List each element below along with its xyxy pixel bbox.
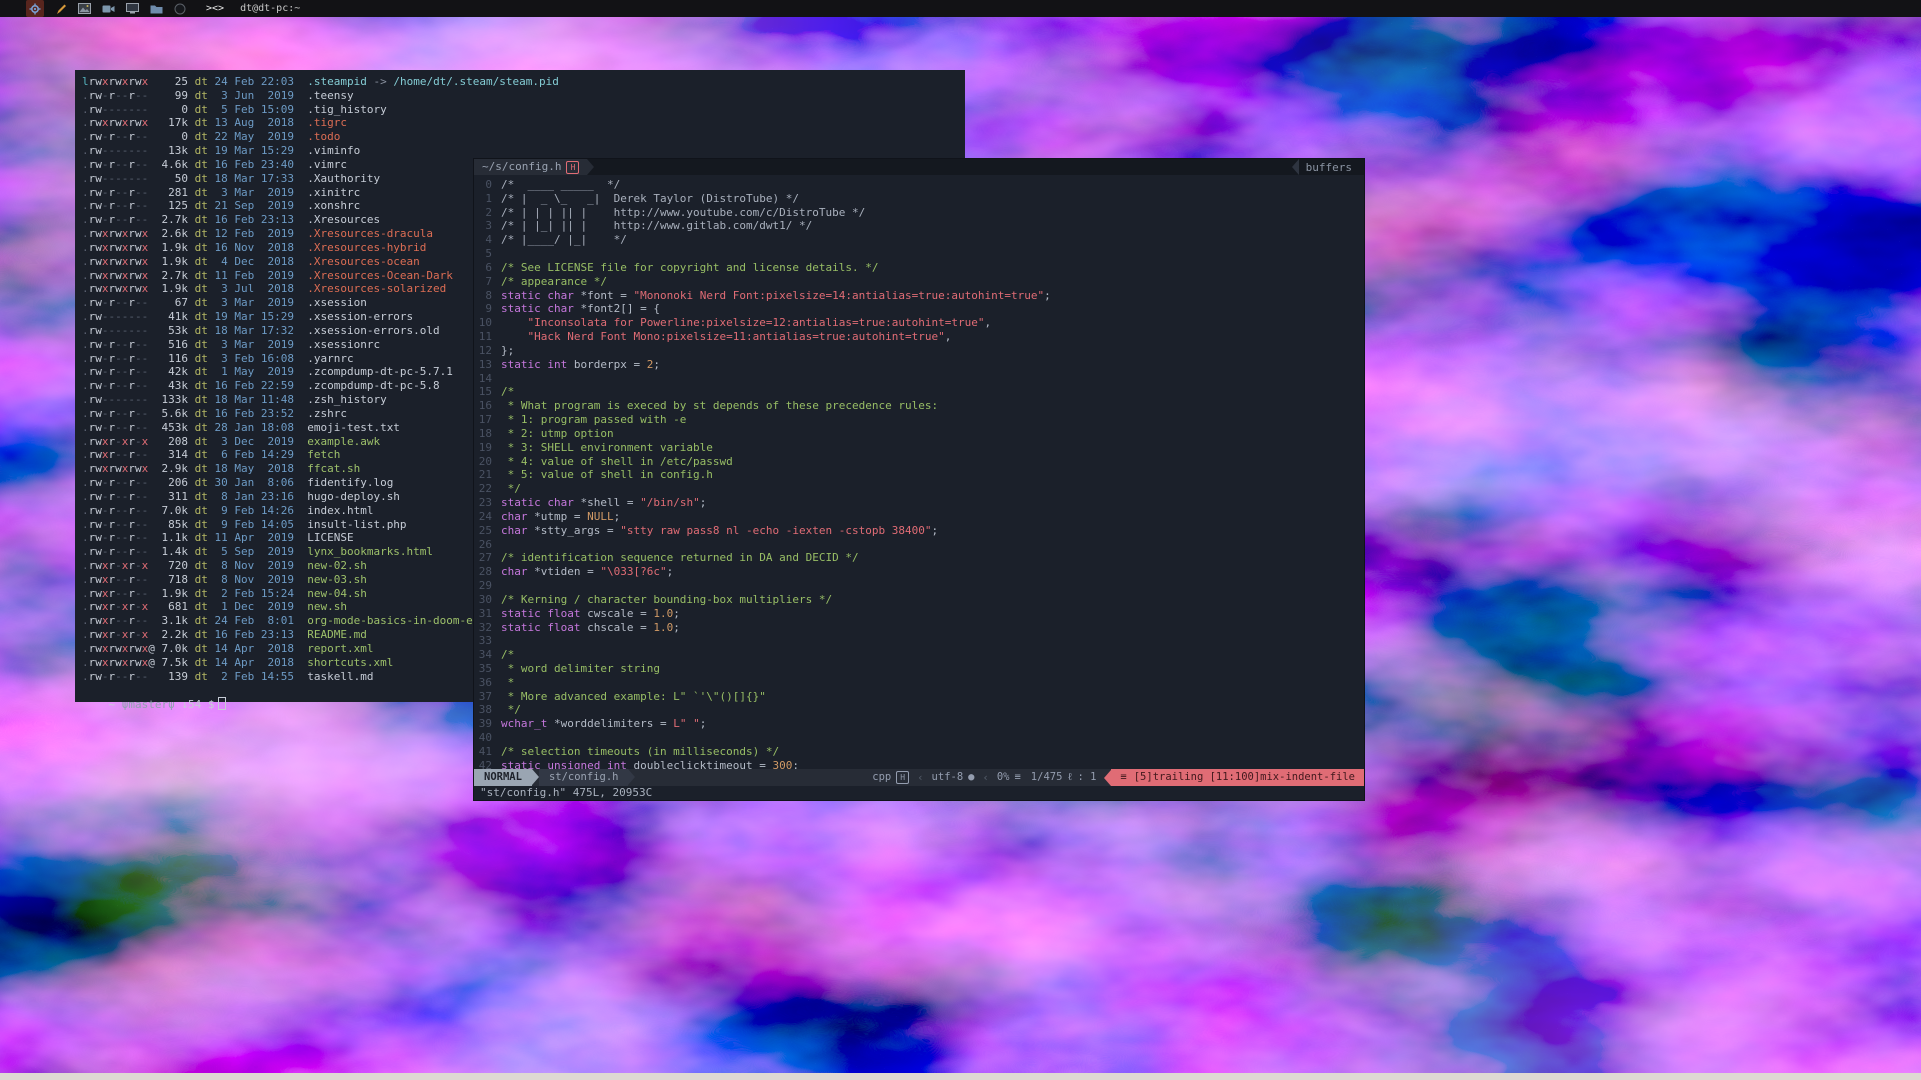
- bottom-panel: [0, 1073, 1921, 1080]
- file-row: .rw-r--r-- 0 dt 22 May 2019 .todo: [82, 130, 965, 144]
- code-line: 40: [474, 731, 1364, 745]
- code-line: 7/* appearance */: [474, 275, 1364, 289]
- code-line: 8static char *font = "Mononoki Nerd Font…: [474, 289, 1364, 303]
- code-line: 6/* See LICENSE file for copyright and l…: [474, 261, 1364, 275]
- code-line: 21 * 5: value of shell in config.h: [474, 468, 1364, 482]
- code-line: 19 * 3: SHELL environment variable: [474, 441, 1364, 455]
- code-line: 12};: [474, 344, 1364, 358]
- code-line: 26: [474, 538, 1364, 552]
- line-glyph-icon: ℓ: [1067, 769, 1072, 786]
- settings-icon[interactable]: [26, 0, 44, 17]
- code-line: 24char *utmp = NULL;: [474, 510, 1364, 524]
- code-line: 25char *stty_args = "stty raw pass8 nl -…: [474, 524, 1364, 538]
- code-line: 31static float cwscale = 1.0;: [474, 607, 1364, 621]
- code-line: 3/* | |_| || | http://www.gitlab.com/dwt…: [474, 219, 1364, 233]
- folder-icon[interactable]: [150, 1, 163, 16]
- powerline-arrow-icon: [532, 769, 539, 785]
- cursor-position: 1/475: [1031, 769, 1063, 786]
- vim-editor-window[interactable]: ~/s/config.h H buffers 0/* ____ _____ */…: [473, 158, 1365, 801]
- code-line: 29: [474, 579, 1364, 593]
- code-line: 9static char *font2[] = {: [474, 302, 1364, 316]
- file-row: .rw------- 13k dt 19 Mar 15:29 .viminfo: [82, 144, 965, 158]
- cursor-column: : 1: [1077, 769, 1096, 786]
- code-line: 27/* identification sequence returned in…: [474, 551, 1364, 565]
- code-line: 10 "Inconsolata for Powerline:pixelsize=…: [474, 316, 1364, 330]
- chevron-left-icon: ‹: [982, 772, 988, 784]
- window-title: dt@dt-pc:~: [240, 3, 300, 14]
- code-line: 11 "Hack Nerd Font Mono:pixelsize=11:ant…: [474, 330, 1364, 344]
- code-line: 37 * More advanced example: L" `'\"()[]{…: [474, 690, 1364, 704]
- powerline-arrow-icon: [628, 769, 635, 785]
- statusline-filename: st/config.h: [539, 769, 629, 786]
- code-lines: 0/* ____ _____ */1/* | _ \_ _| Derek Tay…: [474, 178, 1364, 769]
- shell-glyph: ><>: [206, 3, 224, 14]
- warn-lines-icon: ≡: [1120, 769, 1126, 786]
- image-icon[interactable]: [78, 1, 91, 16]
- tab-separator-arrow-icon: [587, 159, 594, 175]
- code-line: 13static int borderpx = 2;: [474, 358, 1364, 372]
- file-row: lrwxrwxrwx 25 dt 24 Feb 22:03 .steampid …: [82, 75, 965, 89]
- file-row: .rw------- 0 dt 5 Feb 15:09 .tig_history: [82, 103, 965, 117]
- vim-mode-indicator: NORMAL: [474, 769, 532, 786]
- code-area[interactable]: 0/* ____ _____ */1/* | _ \_ _| Derek Tay…: [474, 175, 1364, 769]
- code-line: 20 * 4: value of shell in /etc/passwd: [474, 455, 1364, 469]
- code-line: 17 * 1: program passed with -e: [474, 413, 1364, 427]
- vim-command-line[interactable]: "st/config.h" 475L, 20953C: [474, 786, 1364, 800]
- code-line: 42static unsigned int doubleclicktimeout…: [474, 759, 1364, 769]
- warn-text: [5]trailing [11:100]mix-indent-file: [1134, 769, 1355, 786]
- code-line: 22 */: [474, 482, 1364, 496]
- filetype-icon: H: [896, 771, 909, 784]
- code-line: 1/* | _ \_ _| Derek Taylor (DistroTube) …: [474, 192, 1364, 206]
- circle-icon[interactable]: [174, 1, 186, 16]
- bufferline-right: buffers: [1292, 159, 1364, 175]
- code-line: 0/* ____ _____ */: [474, 178, 1364, 192]
- code-line: 28char *vtiden = "\033[?6c";: [474, 565, 1364, 579]
- code-line: 18 * 2: utmp option: [474, 427, 1364, 441]
- prompt-symbol: $: [208, 698, 215, 711]
- code-line: 16 * What program is execed by st depend…: [474, 399, 1364, 413]
- code-line: 33: [474, 634, 1364, 648]
- code-line: 15/*: [474, 385, 1364, 399]
- file-row: .rwxrwxrwx 17k dt 13 Aug 2018 .tigrc: [82, 116, 965, 130]
- code-line: 36 *: [474, 676, 1364, 690]
- powerline-arrow-icon: [1104, 770, 1111, 786]
- header-file-icon: H: [566, 161, 579, 174]
- buffer-tab[interactable]: ~/s/config.h H: [474, 159, 587, 175]
- top-status-bar: ><> dt@dt-pc:~: [0, 0, 1921, 17]
- code-line: 23static char *shell = "/bin/sh";: [474, 496, 1364, 510]
- buffer-tab-label: ~/s/config.h: [482, 159, 561, 175]
- chevron-left-icon: ‹: [917, 772, 923, 784]
- system-tray: [26, 0, 186, 17]
- git-branch-indicator: ψmasterψ: [122, 698, 175, 711]
- encoding-label: utf-8: [932, 769, 964, 786]
- code-line: 4/* |____/ |_| */: [474, 233, 1364, 247]
- monitor-icon[interactable]: [126, 1, 139, 16]
- chevron-left-icon: [1292, 159, 1299, 175]
- vim-statusline: NORMAL st/config.h cpp H ‹ utf-8 ● ‹ 0% …: [474, 769, 1364, 786]
- code-line: 30/* Kerning / character bounding-box mu…: [474, 593, 1364, 607]
- scroll-percent: 0%: [997, 769, 1010, 786]
- camera-icon[interactable]: [102, 1, 115, 16]
- code-line: 34/*: [474, 648, 1364, 662]
- statusline-right: cpp H ‹ utf-8 ● ‹ 0% ≡ 1/475 ℓ : 1 ≡ [5]…: [872, 769, 1364, 786]
- file-row: .rw-r--r-- 99 dt 3 Jun 2019 .teensy: [82, 89, 965, 103]
- lint-warnings-badge: ≡ [5]trailing [11:100]mix-indent-file: [1111, 769, 1364, 786]
- code-line: 5: [474, 247, 1364, 261]
- filetype-label: cpp: [872, 769, 891, 786]
- git-behind-count: ↓54: [181, 698, 201, 711]
- buffers-label: buffers: [1306, 161, 1352, 174]
- code-line: 14: [474, 372, 1364, 386]
- code-line: 38 */: [474, 703, 1364, 717]
- pencil-icon[interactable]: [55, 1, 67, 16]
- code-line: 35 * word delimiter string: [474, 662, 1364, 676]
- os-icon: ●: [968, 769, 974, 786]
- code-line: 32static float chscale = 1.0;: [474, 621, 1364, 635]
- terminal-cursor: [218, 697, 226, 710]
- vim-bufferline: ~/s/config.h H buffers: [474, 159, 1364, 175]
- code-line: 39wchar_t *worddelimiters = L" ";: [474, 717, 1364, 731]
- lines-icon: ≡: [1014, 769, 1020, 786]
- code-line: 41/* selection timeouts (in milliseconds…: [474, 745, 1364, 759]
- code-line: 2/* | | | || | http://www.youtube.com/c/…: [474, 206, 1364, 220]
